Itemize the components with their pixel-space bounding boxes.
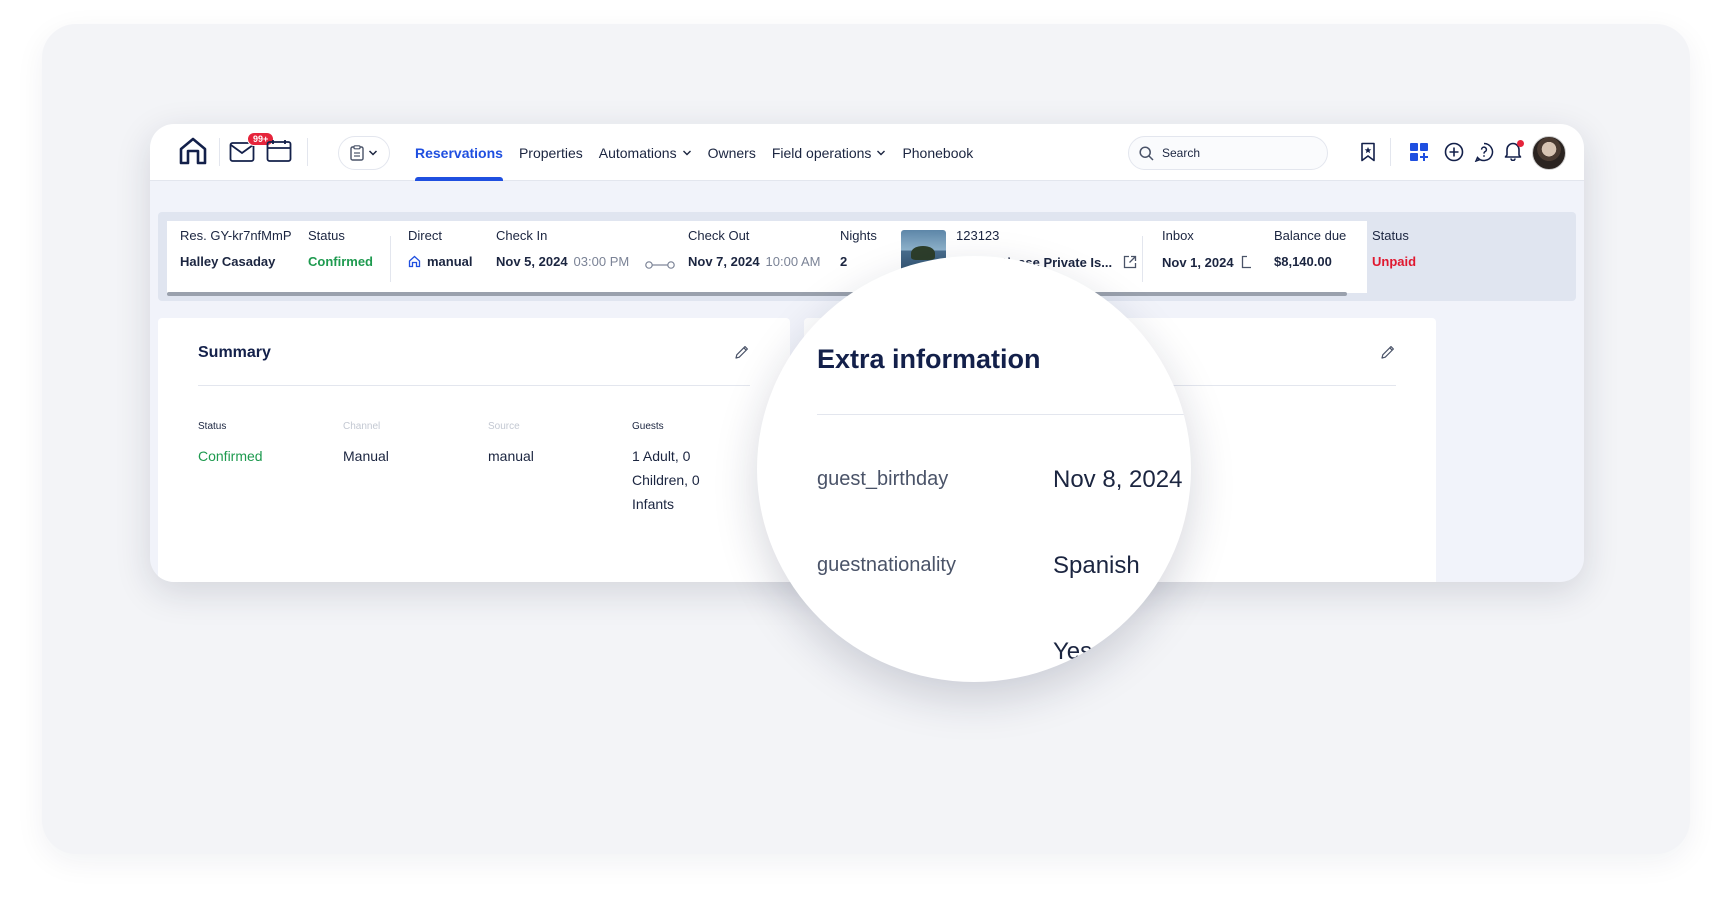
nav-label: Phonebook — [902, 144, 974, 161]
balance-block: Balance due $8,140.00 — [1274, 228, 1346, 269]
summary-title: Summary — [198, 344, 271, 361]
checkout-value: Nov 7, 2024 10:00 AM — [688, 254, 820, 269]
main-nav: Reservations Properties Automations Owne… — [407, 124, 981, 181]
divider — [198, 385, 750, 386]
bell-icon[interactable] — [1500, 137, 1526, 165]
divider — [817, 414, 1191, 415]
balance-value: $8,140.00 — [1274, 254, 1332, 269]
checkout-block: Check Out Nov 7, 2024 10:00 AM — [688, 228, 820, 269]
summary-guests-value: 1 Adult, 0 Children, 0 Infants — [632, 444, 700, 516]
avatar[interactable] — [1532, 136, 1566, 170]
checkout-label: Check Out — [688, 228, 750, 243]
summary-status-value: Confirmed — [198, 448, 263, 464]
status-label: Status — [308, 228, 345, 243]
guests-line: Infants — [632, 496, 675, 512]
checkin-value: Nov 5, 2024 03:00 PM — [496, 254, 629, 269]
checkin-date: Nov 5, 2024 — [496, 254, 568, 269]
res-id-block: Res. GY-kr7nfMmP Halley Casaday — [180, 228, 292, 269]
horizontal-scrollbar[interactable] — [167, 292, 1347, 296]
extra-value: Spanish — [1053, 552, 1140, 579]
summary-source-value: manual — [488, 448, 534, 464]
nav-label: Owners — [707, 144, 756, 161]
extra-key: guestnationality — [817, 554, 956, 576]
payment-status-block: Status Unpaid — [1372, 228, 1416, 269]
res-id: Res. GY-kr7nfMmP — [180, 228, 292, 243]
edit-icon[interactable] — [734, 344, 750, 365]
payment-status-badge: Unpaid — [1372, 254, 1417, 269]
checkin-time: 03:00 PM — [573, 254, 630, 269]
nights-block: Nights 2 — [840, 228, 877, 269]
res-status-block: Status Confirmed — [308, 228, 373, 269]
nav-label: Automations — [598, 144, 677, 161]
channel-value: manual — [408, 254, 473, 269]
edit-icon[interactable] — [1380, 344, 1396, 365]
checkout-date: Nov 7, 2024 — [688, 254, 760, 269]
status-badge: Confirmed — [308, 254, 373, 269]
home-small-icon — [408, 255, 421, 268]
clipboard-icon — [350, 145, 364, 161]
apps-icon[interactable] — [1406, 138, 1432, 166]
guest-name[interactable]: Halley Casaday — [180, 254, 292, 269]
inbox-block: Inbox Nov 1, 2024 — [1162, 228, 1252, 270]
nav-phonebook[interactable]: Phonebook — [894, 124, 981, 181]
inbox-label: Inbox — [1162, 228, 1194, 243]
summary-status-label: Status — [198, 421, 227, 432]
home-icon[interactable] — [178, 134, 208, 168]
guests-line: Children, 0 — [632, 472, 700, 488]
nav-reservations[interactable]: Reservations — [407, 124, 511, 181]
calendar-icon[interactable] — [265, 137, 293, 165]
checkout-time: 10:00 AM — [765, 254, 821, 269]
summary-channel-value: Manual — [343, 448, 389, 464]
external-link-icon[interactable] — [1240, 254, 1252, 270]
top-navigation: 99+ Reservations Properties Automations … — [150, 124, 1584, 181]
nav-label: Properties — [518, 144, 583, 161]
nav-field-operations[interactable]: Field operations — [764, 124, 895, 181]
nav-label: Field operations — [771, 144, 872, 161]
chevron-down-icon — [368, 149, 378, 157]
extra-value: Nov 8, 2024 — [1053, 466, 1183, 493]
nav-owners[interactable]: Owners — [700, 124, 764, 181]
inbox-date-text: Nov 1, 2024 — [1162, 254, 1234, 270]
chevron-down-icon — [877, 150, 886, 155]
summary-guests-label: Guests — [632, 421, 664, 432]
summary-card: Summary Status Confirmed Channel Manual … — [158, 318, 790, 582]
extra-value: Yes — [1053, 638, 1093, 665]
summary-source-label: Source — [488, 421, 520, 432]
search-input[interactable] — [1162, 146, 1312, 160]
nights-value: 2 — [840, 254, 848, 269]
checkin-block: Check In Nov 5, 2024 03:00 PM — [496, 228, 629, 269]
balance-label: Balance due — [1274, 228, 1347, 243]
channel-label: Direct — [408, 228, 442, 243]
search-box — [1128, 136, 1328, 170]
nav-properties[interactable]: Properties — [511, 124, 591, 181]
search-icon — [1139, 145, 1154, 161]
nav-label: Reservations — [415, 144, 503, 161]
extra-key: guest_birthday — [817, 468, 949, 490]
magnifier-callout: Extra information guest_birthday Nov 8, … — [757, 256, 1191, 682]
extra-info-title: Extra information — [817, 344, 1041, 374]
checkin-label: Check In — [496, 228, 548, 243]
nights-label: Nights — [840, 228, 877, 243]
summary-channel-label: Channel — [343, 421, 381, 432]
chevron-down-icon — [682, 150, 691, 155]
bookmark-icon[interactable] — [1357, 138, 1379, 166]
res-channel-block: Direct manual — [408, 228, 473, 269]
nav-automations[interactable]: Automations — [591, 124, 700, 181]
guests-line: 1 Adult, 0 — [632, 448, 691, 464]
date-range-connector-icon — [645, 257, 675, 275]
bell-dot — [1517, 140, 1524, 147]
channel-text: manual — [427, 254, 473, 269]
plus-circle-icon[interactable] — [1441, 138, 1467, 166]
inbox-date[interactable]: Nov 1, 2024 — [1162, 254, 1252, 270]
payment-status-label: Status — [1372, 228, 1409, 243]
help-icon[interactable] — [1471, 138, 1497, 166]
clipboard-menu-button[interactable] — [338, 136, 390, 170]
external-link-icon[interactable] — [1122, 254, 1138, 270]
listing-id: 123123 — [956, 228, 1000, 243]
